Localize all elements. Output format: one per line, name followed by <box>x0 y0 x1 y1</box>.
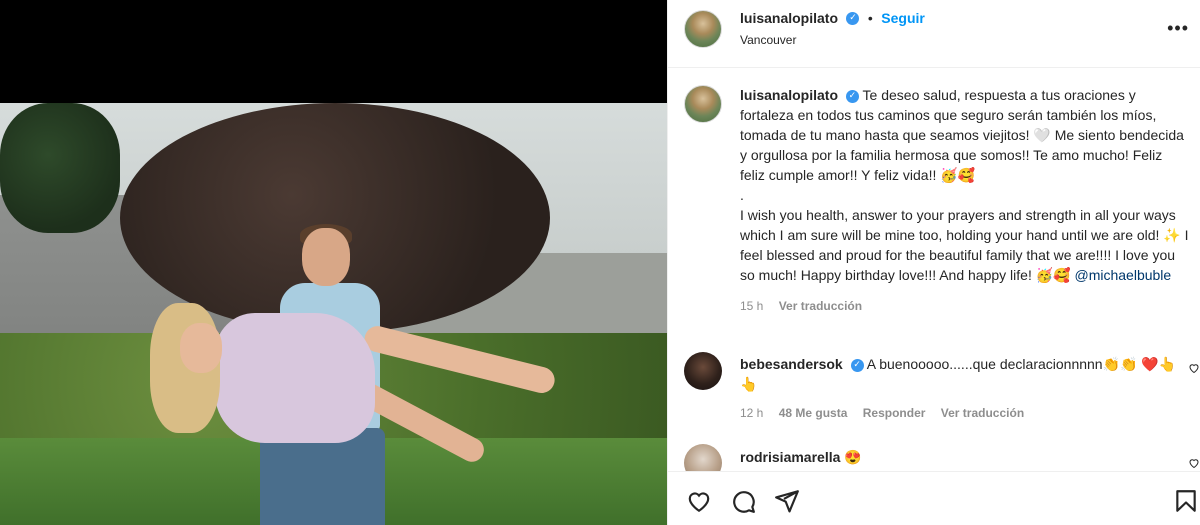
comment-like-heart-icon[interactable] <box>1188 362 1200 374</box>
post-actions <box>668 471 1200 525</box>
heart-icon[interactable] <box>686 488 712 514</box>
comment-time[interactable]: 12 h <box>740 406 763 420</box>
comment-body: 😍 <box>844 449 862 465</box>
post-photo[interactable] <box>0 103 667 525</box>
mention-link[interactable]: @michaelbuble <box>1074 267 1171 283</box>
comment-username[interactable]: rodrisiamarella <box>740 449 840 465</box>
bookmark-icon[interactable] <box>1173 488 1199 514</box>
reply-button[interactable]: Responder <box>863 406 926 420</box>
post-header: luisanalopilato ✓ • Seguir Vancouver ••• <box>668 0 1200 68</box>
comments-list[interactable]: luisanalopilato ✓ Te deseo salud, respue… <box>668 69 1200 471</box>
share-icon[interactable] <box>774 488 800 514</box>
location-link[interactable]: Vancouver <box>740 33 796 47</box>
photo-woman <box>150 283 570 467</box>
caption-text: luisanalopilato ✓ Te deseo salud, respue… <box>740 85 1190 285</box>
comment-like-heart-icon[interactable] <box>1188 457 1200 469</box>
owner-avatar[interactable] <box>684 10 722 48</box>
caption-translate-button[interactable]: Ver traducción <box>779 299 862 313</box>
verified-badge-icon: ✓ <box>850 358 864 372</box>
caption-meta: 15 h Ver traducción <box>740 299 1190 313</box>
comment-avatar[interactable] <box>684 352 722 390</box>
comment-item: rodrisiamarella 😍 <box>740 447 1180 467</box>
comment-username[interactable]: bebesandersok <box>740 356 843 372</box>
verified-badge-icon: ✓ <box>845 89 859 103</box>
photo-tree-left <box>0 103 120 233</box>
verified-badge-icon: ✓ <box>846 12 860 26</box>
post-media <box>0 0 667 525</box>
comment-avatar[interactable] <box>684 444 722 471</box>
comment-likes[interactable]: 48 Me gusta <box>779 406 848 420</box>
post-panel: luisanalopilato ✓ • Seguir Vancouver •••… <box>667 0 1200 525</box>
caption-avatar[interactable] <box>684 85 722 123</box>
comment-item: bebesandersok ✓ A buenooooo......que dec… <box>740 354 1190 420</box>
caption-time[interactable]: 15 h <box>740 299 763 313</box>
caption-line-2: . <box>740 187 744 203</box>
comment-meta: 12 h 48 Me gusta Responder Ver traducció… <box>740 406 1190 420</box>
comment-icon[interactable] <box>730 488 756 514</box>
caption-username[interactable]: luisanalopilato <box>740 87 838 103</box>
comment-text: rodrisiamarella 😍 <box>740 447 1180 467</box>
separator-dot: • <box>867 10 873 26</box>
more-options-button[interactable]: ••• <box>1167 18 1189 39</box>
owner-username[interactable]: luisanalopilato <box>740 10 838 26</box>
comment-text: bebesandersok ✓ A buenooooo......que dec… <box>740 354 1190 394</box>
caption: luisanalopilato ✓ Te deseo salud, respue… <box>740 85 1190 313</box>
comment-translate-button[interactable]: Ver traducción <box>941 406 1024 420</box>
follow-button[interactable]: Seguir <box>881 10 925 26</box>
owner-line: luisanalopilato ✓ • Seguir <box>740 10 925 28</box>
